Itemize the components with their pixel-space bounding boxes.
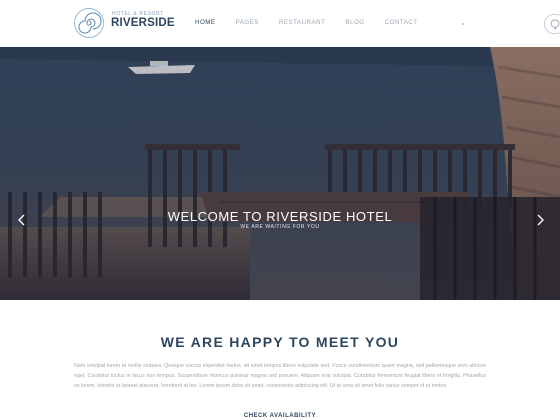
site-header: HOTEL & RESORT RIVERSIDE HOME PAGES REST…: [0, 0, 560, 47]
hero-background-image: [0, 47, 560, 300]
chat-bubble-icon: [550, 19, 560, 30]
nav-blog[interactable]: BLOG: [345, 19, 364, 26]
nav-restaurant[interactable]: RESTAURANT: [279, 19, 325, 26]
hero-subtitle: WE ARE WAITING FOR YOU: [240, 224, 320, 230]
logo-name[interactable]: RIVERSIDE: [111, 17, 175, 29]
nav-contact[interactable]: CONTACT: [385, 19, 418, 26]
nav-indicator-dot: [462, 23, 464, 25]
hero-slider: WELCOME TO RIVERSIDE HOTEL WE ARE WAITIN…: [0, 47, 560, 300]
check-availability-button[interactable]: CHECK AVAILABILITY: [0, 413, 560, 419]
chevron-right-icon[interactable]: [530, 210, 550, 230]
nav-home[interactable]: HOME: [195, 19, 216, 26]
logo-spiral-icon[interactable]: [73, 7, 105, 39]
hero-title: WELCOME TO RIVERSIDE HOTEL: [167, 209, 393, 224]
chevron-left-icon[interactable]: [12, 210, 32, 230]
chat-button[interactable]: [544, 14, 560, 34]
intro-body: Nam volutpat lorem at mollis sodales. Qu…: [74, 363, 486, 389]
intro-title: WE ARE HAPPY TO MEET YOU: [160, 334, 400, 350]
main-nav: HOME PAGES RESTAURANT BLOG CONTACT: [195, 19, 438, 26]
nav-pages[interactable]: PAGES: [236, 19, 259, 26]
